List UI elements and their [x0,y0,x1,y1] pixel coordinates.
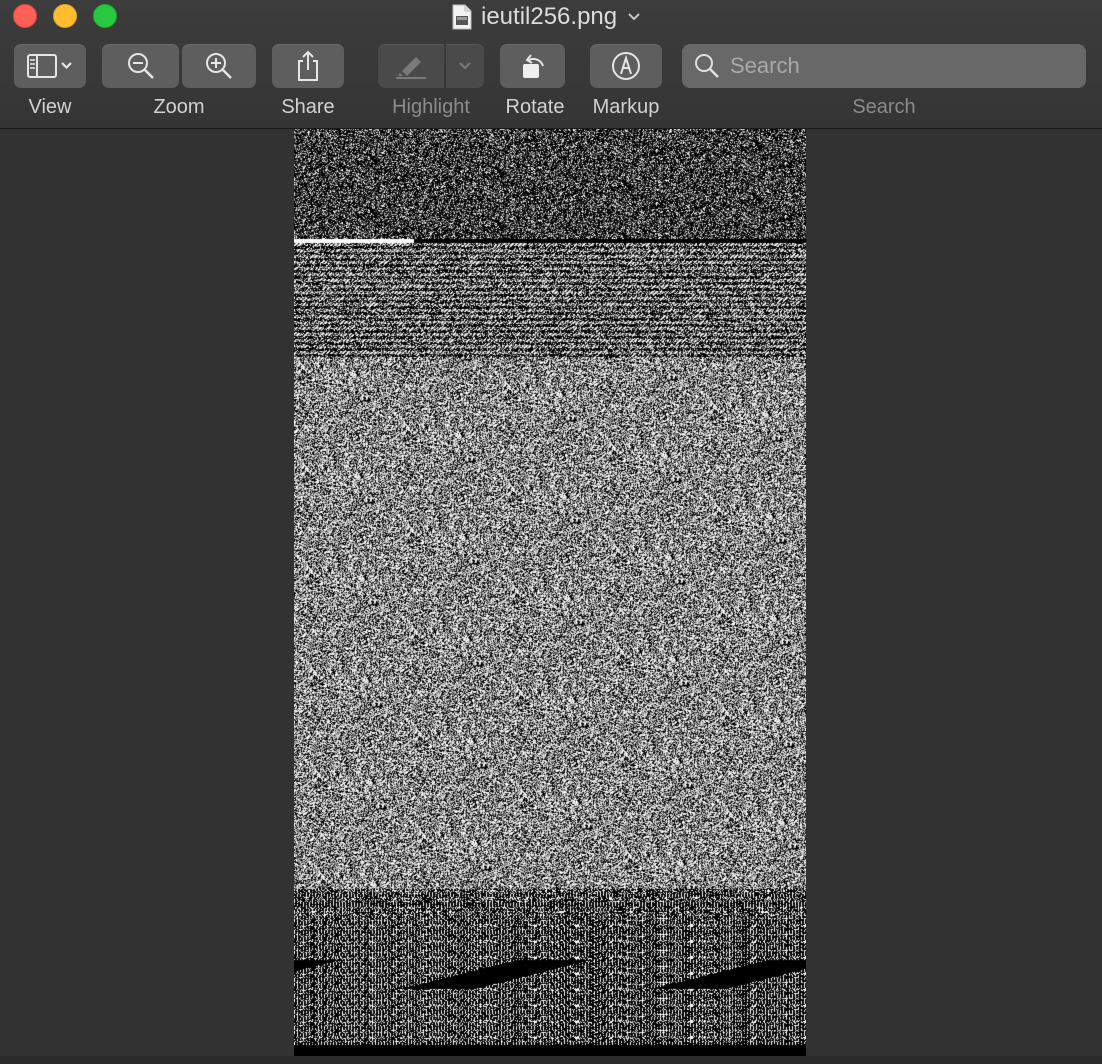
window-title-group[interactable]: ieutil256.png [451,2,641,32]
title-bar: ieutil256.png View Zoom Share Highlight … [0,0,1102,129]
zoom-in-icon [206,53,232,79]
rotate-icon [522,54,544,78]
search-icon [695,54,719,78]
markup-button[interactable] [590,44,662,88]
rotate-button[interactable] [500,44,565,88]
chevron-down-icon [459,62,471,70]
displayed-image [294,129,806,1056]
search-input[interactable] [728,52,1072,80]
highlight-options-button[interactable] [446,44,484,88]
zoom-out-icon [127,53,154,79]
document-icon [452,4,472,30]
markup-pen-icon [612,52,640,80]
sidebar-icon [27,54,72,78]
window-title: ieutil256.png [481,3,618,30]
share-button[interactable] [272,44,344,88]
highlight-label: Highlight [392,96,470,118]
search-field[interactable] [682,44,1086,88]
share-label: Share [281,96,335,118]
zoom-label: Zoom [153,96,205,118]
minimize-window-button[interactable] [53,4,77,28]
maximize-window-button[interactable] [93,4,117,28]
highlight-button[interactable] [378,44,444,88]
image-viewer-area[interactable] [0,129,1102,1064]
share-icon [298,50,318,81]
view-label: View [28,96,72,118]
zoom-in-button[interactable] [182,44,256,88]
highlighter-icon [396,57,426,79]
chevron-down-icon[interactable] [627,12,641,22]
window-bottom-edge [0,1056,1102,1064]
preview-window: ieutil256.png View Zoom Share Highlight … [0,0,1102,1064]
search-label: Search [852,96,916,118]
close-window-button[interactable] [13,4,37,28]
markup-label: Markup [592,96,660,118]
zoom-out-button[interactable] [102,44,179,88]
rotate-label: Rotate [505,96,565,118]
view-button[interactable] [14,44,86,88]
